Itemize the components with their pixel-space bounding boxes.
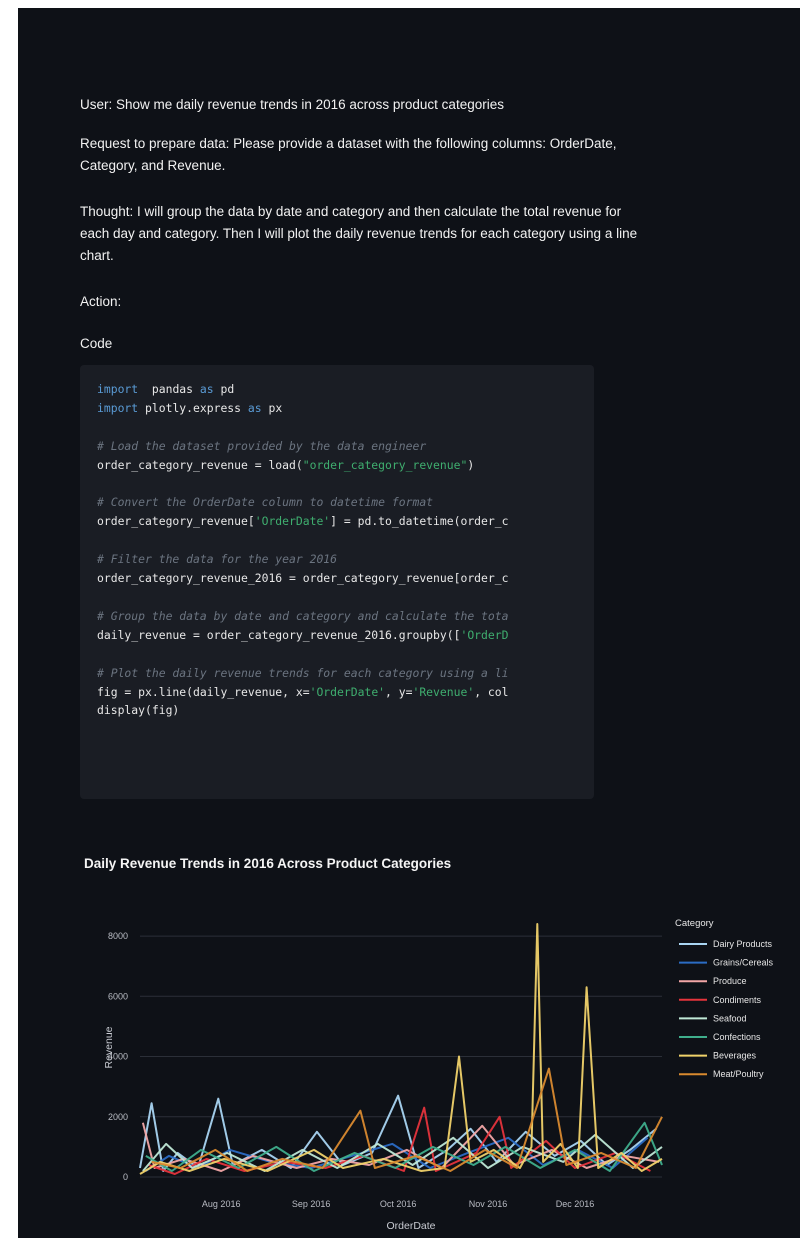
x-tick-label: Aug 2016 <box>202 1199 241 1209</box>
legend-title: Category <box>675 918 714 929</box>
x-tick-label: Nov 2016 <box>469 1199 508 1209</box>
y-tick-label: 8000 <box>108 931 128 941</box>
x-axis-title: OrderDate <box>386 1220 435 1232</box>
y-tick-label: 2000 <box>108 1112 128 1122</box>
legend-label: Meat/Poultry <box>713 1069 764 1079</box>
x-tick-label: Sep 2016 <box>292 1199 331 1209</box>
revenue-line-chart: 02000400060008000Aug 2016 Sep 2016 Oct 201… <box>103 918 774 1232</box>
legend-label: Condiments <box>713 995 762 1005</box>
x-tick-label: Oct 2016 <box>380 1199 417 1209</box>
series-line-7 <box>139 923 663 1175</box>
legend-label: Seafood <box>713 1013 747 1023</box>
y-tick-label: 6000 <box>108 991 128 1001</box>
legend-label: Confections <box>713 1032 761 1042</box>
y-tick-label: 0 <box>123 1172 128 1182</box>
x-tick-label: Dec 2016 <box>556 1199 595 1209</box>
legend-label: Grains/Cereals <box>713 958 774 968</box>
legend-label: Produce <box>713 976 747 986</box>
y-axis-title: Revenue <box>103 1026 115 1068</box>
legend-label: Dairy Products <box>713 939 773 949</box>
legend-label: Beverages <box>713 1051 757 1061</box>
